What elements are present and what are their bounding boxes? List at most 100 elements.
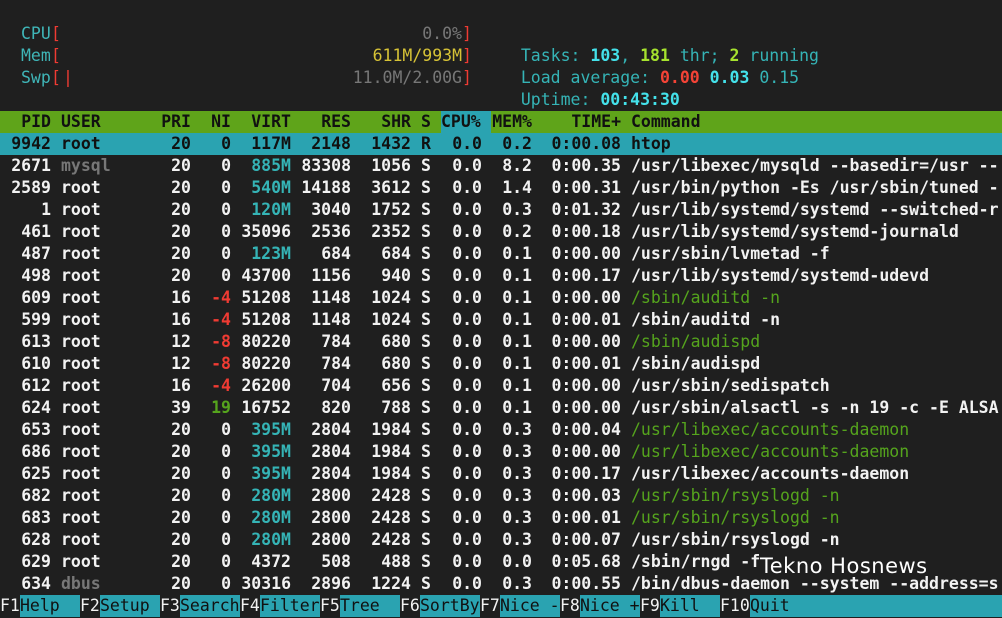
fkey-f9[interactable]: F9: [640, 595, 660, 617]
cpu-meter-open-bracket: [: [51, 24, 61, 43]
cell-s: S: [421, 420, 431, 439]
fkey-f3-label[interactable]: Search: [180, 595, 240, 617]
cell-time: 0:00.07: [551, 530, 621, 549]
fkey-f6[interactable]: F6: [400, 595, 420, 617]
col-user[interactable]: USER: [61, 111, 101, 133]
fkey-f5-label[interactable]: Tree: [340, 595, 400, 617]
table-row[interactable]: 612 root 16 -4 26200 704 656 S 0.0 0.1 0:00.00/usr…: [0, 375, 1002, 397]
cell-mem: 0.1: [502, 376, 532, 395]
col-pri[interactable]: PRI: [150, 111, 191, 133]
col-res[interactable]: RES: [300, 111, 351, 133]
table-row[interactable]: 609 root 16 -4 51208 1148 1024 S 0.0 0.1 0:00.00/s…: [0, 287, 1002, 309]
table-row[interactable]: 625 root 20 0 395M 2804 1984 S 0.0 0.3 0:00.17/usr…: [0, 463, 1002, 485]
fkey-f8[interactable]: F8: [560, 595, 580, 617]
cell-pid: 498: [21, 266, 51, 285]
col-shr[interactable]: SHR: [360, 111, 411, 133]
table-row[interactable]: 628 root 20 0 280M 2800 2428 S 0.0 0.3 0:00.07/usr…: [0, 529, 1002, 551]
table-row[interactable]: 1 root 20 0 120M 3040 1752 S 0.0 0.3 0:01.32/usr/l…: [0, 199, 1002, 221]
fkey-f4[interactable]: F4: [240, 595, 260, 617]
cell-ni: -4: [211, 310, 231, 329]
table-row[interactable]: 461 root 20 0 35096 2536 2352 S 0.0 0.2 0:00.18/us…: [0, 221, 1002, 243]
cell-pri: 20: [171, 222, 191, 241]
table-row[interactable]: 610 root 12 -8 80220 784 680 S 0.0 0.1 0:00.01/sbi…: [0, 353, 1002, 375]
cell-virt: 51208: [241, 310, 291, 329]
fkey-f3[interactable]: F3: [160, 595, 180, 617]
cell-time: 0:00.01: [551, 310, 621, 329]
fkey-f7[interactable]: F7: [480, 595, 500, 617]
cell-time: 0:01.32: [551, 200, 621, 219]
mem-meter-close-bracket: ]: [462, 46, 472, 65]
cell-ni: 0: [221, 574, 231, 593]
cell-time: 0:00.17: [551, 266, 621, 285]
cell-cpu: 0.0: [452, 266, 482, 285]
cell-shr: 1056: [371, 156, 411, 175]
fkey-f2-label[interactable]: Setup: [100, 595, 160, 617]
col-time[interactable]: TIME+: [540, 111, 621, 133]
cell-pid: 628: [21, 530, 51, 549]
cell-virt: 395M: [251, 420, 291, 439]
cell-res: 1148: [311, 310, 351, 329]
cell-s: S: [421, 332, 431, 351]
table-row[interactable]: 487 root 20 0 123M 684 684 S 0.0 0.1 0:00.00/usr/s…: [0, 243, 1002, 265]
fkey-f1[interactable]: F1: [0, 595, 20, 617]
table-row[interactable]: 2589 root 20 0 540M 14188 3612 S 0.0 1.4 0:00.31/u…: [0, 177, 1002, 199]
col-state[interactable]: S: [421, 111, 431, 133]
cell-user: root: [61, 178, 101, 197]
fkey-f2[interactable]: F2: [80, 595, 100, 617]
cell-res: 508: [321, 552, 351, 571]
cell-virt: 117M: [251, 134, 291, 153]
col-virt[interactable]: VIRT: [240, 111, 291, 133]
cell-cpu: 0.0: [452, 178, 482, 197]
cell-ni: 19: [211, 398, 231, 417]
fkey-f5[interactable]: F5: [320, 595, 340, 617]
cell-virt: 280M: [251, 508, 291, 527]
cell-pid: 1: [41, 200, 51, 219]
cell-cmd: /usr/bin/python -Es /usr/sbin/tuned -: [631, 178, 999, 197]
cell-user: root: [61, 486, 101, 505]
table-row[interactable]: 686 root 20 0 395M 2804 1984 S 0.0 0.3 0:00.00/usr…: [0, 441, 1002, 463]
fkey-f4-label[interactable]: Filter: [260, 595, 320, 617]
fkey-f10-label[interactable]: Quit: [750, 595, 1002, 617]
fkey-f1-label[interactable]: Help: [20, 595, 80, 617]
fkey-f9-label[interactable]: Kill: [660, 595, 720, 617]
cell-cmd: /usr/libexec/accounts-daemon: [631, 442, 910, 461]
table-row[interactable]: 613 root 12 -8 80220 784 680 S 0.0 0.1 0:00.00/sbi…: [0, 331, 1002, 353]
cell-s: S: [421, 156, 431, 175]
col-cpu-sorted[interactable]: CPU%: [441, 111, 491, 133]
cell-res: 2148: [311, 134, 351, 153]
table-row[interactable]: 683 root 20 0 280M 2800 2428 S 0.0 0.3 0:00.01/usr…: [0, 507, 1002, 529]
cell-shr: 2352: [371, 222, 411, 241]
table-row[interactable]: 653 root 20 0 395M 2804 1984 S 0.0 0.3 0:00.04/usr…: [0, 419, 1002, 441]
table-row[interactable]: 498 root 20 0 43700 1156 940 S 0.0 0.1 0:00.17/usr…: [0, 265, 1002, 287]
cell-pri: 16: [171, 376, 191, 395]
cell-pri: 20: [171, 574, 191, 593]
fkey-f8-label[interactable]: Nice +: [580, 595, 640, 617]
table-row[interactable]: 599 root 16 -4 51208 1148 1024 S 0.0 0.1 0:00.01/s…: [0, 309, 1002, 331]
table-row[interactable]: 682 root 20 0 280M 2800 2428 S 0.0 0.3 0:00.03/usr…: [0, 485, 1002, 507]
cell-s: S: [421, 464, 431, 483]
cell-shr: 788: [381, 398, 411, 417]
table-row-selected[interactable]: 9942 root 20 0 117M 2148 1432 R 0.0 0.2 0:00.08 hto…: [0, 133, 1002, 155]
cell-user: root: [61, 354, 101, 373]
table-row[interactable]: 2671 mysql 20 0 885M 83308 1056 S 0.0 8.2 0:00.35 /…: [0, 155, 1002, 177]
mem-meter: Mem [ ||||||||||||||||||||||||||||||||||…: [0, 45, 472, 67]
cell-cmd: /usr/sbin/rsyslogd -n: [631, 486, 840, 505]
fkey-f10[interactable]: F10: [720, 595, 750, 617]
cell-pid: 487: [21, 244, 51, 263]
col-pid[interactable]: PID: [0, 111, 51, 133]
cell-shr: 680: [381, 332, 411, 351]
cell-pri: 20: [171, 420, 191, 439]
cell-pid: 9942: [11, 134, 51, 153]
col-ni[interactable]: NI: [195, 111, 231, 133]
table-row[interactable]: 624 root 39 19 16752 820 788 S 0.0 0.1 0:00.00/usr…: [0, 397, 1002, 419]
col-command[interactable]: Command: [631, 111, 701, 133]
fkey-f6-label[interactable]: SortBy: [420, 595, 480, 617]
cell-virt: 280M: [251, 486, 291, 505]
fkey-f7-label[interactable]: Nice -: [500, 595, 560, 617]
cell-user: root: [61, 134, 101, 153]
cell-virt: 120M: [251, 200, 291, 219]
cell-ni: 0: [221, 442, 231, 461]
cell-user: mysql: [61, 156, 111, 175]
col-mem[interactable]: MEM%: [491, 111, 532, 133]
cell-pri: 20: [171, 442, 191, 461]
